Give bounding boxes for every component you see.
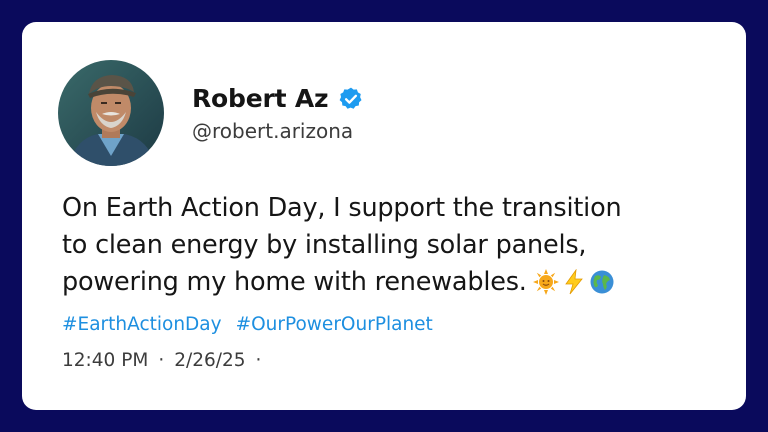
hashtag-link[interactable]: #OurPowerOurPlanet (236, 314, 433, 335)
avatar[interactable] (58, 60, 164, 166)
author-handle[interactable]: @robert.arizona (192, 119, 353, 143)
post-time[interactable]: 12:40 PM (62, 350, 148, 371)
author-name-row: Robert Az (192, 84, 364, 113)
author-display-name[interactable]: Robert Az (192, 84, 329, 113)
meta-separator: · (158, 350, 165, 371)
lightning-emoji-icon (561, 268, 587, 295)
post-body-line: powering my home with renewables. (62, 264, 722, 301)
post-card: Robert Az @robert.arizona On Earth Actio… (22, 22, 746, 410)
hashtag-link[interactable]: #EarthActionDay (62, 314, 222, 335)
avatar-photo (58, 60, 164, 166)
post-date[interactable]: 2/26/25 (174, 350, 245, 371)
sun-emoji-icon (532, 269, 559, 295)
meta-separator: · (255, 350, 262, 371)
globe-emoji-icon (589, 269, 615, 295)
post-body: On Earth Action Day, I support the trans… (62, 190, 722, 301)
page-background: Robert Az @robert.arizona On Earth Actio… (0, 0, 768, 432)
post-body-line-text: powering my home with renewables. (62, 267, 527, 297)
hashtag-list: #EarthActionDay #OurPowerOurPlanet (62, 314, 433, 335)
post-metadata: 12:40 PM · 2/26/25 · (62, 350, 261, 371)
post-body-line: On Earth Action Day, I support the trans… (62, 193, 622, 223)
emoji-row (532, 268, 615, 295)
verified-badge-icon (338, 86, 364, 112)
post-body-line: to clean energy by installing solar pane… (62, 230, 587, 260)
